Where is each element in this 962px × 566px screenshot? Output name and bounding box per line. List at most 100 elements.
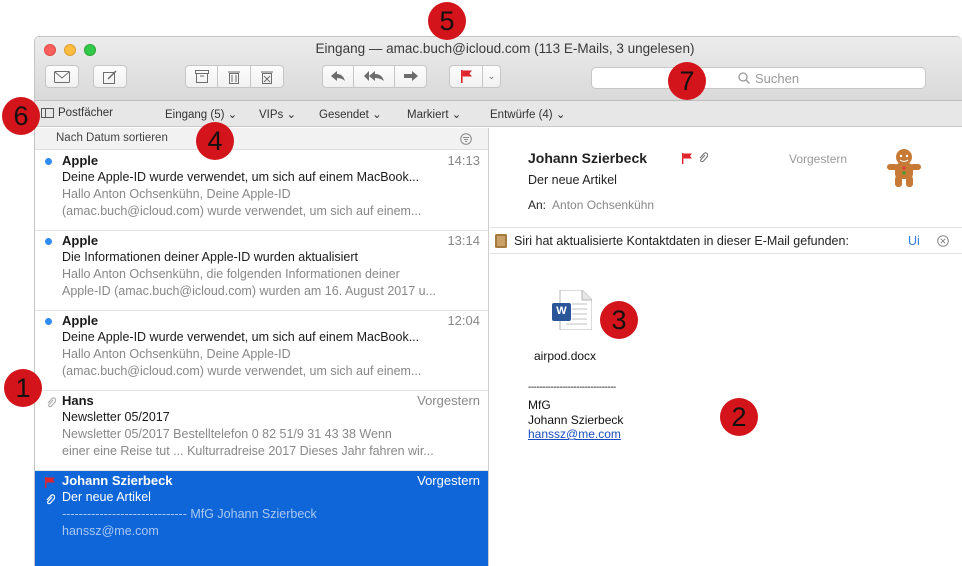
reading-pane: Johann Szierbeck Vorgestern Der neue Art… bbox=[490, 128, 962, 566]
message-list[interactable]: Nach Datum sortieren Apple 14:13 Deine A… bbox=[35, 128, 489, 566]
message-time: 14:13 bbox=[447, 153, 480, 168]
message-preview-line: (amac.buch@icloud.com) wurde verwendet, … bbox=[62, 364, 422, 378]
zoom-window-button[interactable] bbox=[84, 44, 96, 56]
screenshot-stage: Eingang — amac.buch@icloud.com (113 E-Ma… bbox=[0, 0, 962, 566]
sender-name[interactable]: Johann Szierbeck bbox=[528, 150, 647, 166]
message-preview-line: Hallo Anton Ochsenkühn, Deine Apple-ID bbox=[62, 347, 291, 361]
siri-suggestion-bar: Siri hat aktualisierte Kontaktdaten in d… bbox=[490, 227, 962, 254]
recipient-line: An: Anton Ochsenkühn bbox=[528, 198, 654, 212]
message-preview-line: ------------------------------ MfG Johan… bbox=[62, 507, 317, 521]
message-row[interactable]: Hans Vorgestern Newsletter 05/2017 Newsl… bbox=[35, 391, 488, 471]
archive-button[interactable] bbox=[185, 65, 218, 88]
fav-drafts-label: Entwürfe (4) bbox=[490, 109, 553, 121]
minimize-window-button[interactable] bbox=[64, 44, 76, 56]
compose-icon bbox=[103, 69, 117, 84]
chevron-down-icon: ⌄ bbox=[286, 109, 297, 121]
reply-all-arrow-icon bbox=[364, 71, 384, 81]
attachment-filename[interactable]: airpod.docx bbox=[534, 349, 596, 363]
flag-menu-button[interactable]: ⌄ bbox=[482, 65, 501, 88]
attachment-docx[interactable]: W bbox=[552, 289, 593, 331]
unread-dot-icon bbox=[45, 238, 52, 245]
recipient-name[interactable]: Anton Ochsenkühn bbox=[552, 198, 654, 212]
message-sender: Apple bbox=[62, 153, 99, 168]
mail-window: Eingang — amac.buch@icloud.com (113 E-Ma… bbox=[34, 36, 962, 566]
forward-arrow-icon bbox=[403, 71, 418, 81]
message-sender: Johann Szierbeck bbox=[62, 473, 173, 488]
search-placeholder: Suchen bbox=[755, 70, 800, 86]
get-mail-button[interactable] bbox=[45, 65, 79, 88]
compose-button[interactable] bbox=[93, 65, 127, 88]
sort-bar[interactable]: Nach Datum sortieren bbox=[35, 128, 488, 150]
search-field[interactable]: Suchen bbox=[591, 67, 926, 89]
message-preview-line: Hallo Anton Ochsenkühn, Deine Apple-ID bbox=[62, 187, 291, 201]
fav-inbox[interactable]: Eingang (5) ⌄ bbox=[165, 107, 237, 121]
chevron-down-icon: ⌄ bbox=[451, 109, 462, 121]
title-toolbar: Eingang — amac.buch@icloud.com (113 E-Ma… bbox=[35, 37, 962, 101]
search-icon bbox=[738, 72, 750, 84]
window-title: Eingang — amac.buch@icloud.com (113 E-Ma… bbox=[315, 41, 695, 56]
message-row[interactable]: Apple 12:04 Deine Apple-ID wurde verwend… bbox=[35, 311, 488, 391]
signature-separator: ------------------------------- bbox=[528, 382, 616, 393]
gingerbread-avatar-icon bbox=[887, 149, 921, 187]
close-icon[interactable] bbox=[937, 235, 949, 247]
fav-flagged[interactable]: Markiert ⌄ bbox=[407, 107, 461, 121]
word-letter: W bbox=[556, 305, 567, 317]
message-subject: Deine Apple-ID wurde verwendet, um sich … bbox=[62, 330, 420, 344]
chevron-down-icon: ⌄ bbox=[555, 109, 566, 121]
reply-all-button[interactable] bbox=[353, 65, 395, 88]
message-preview-line: Apple-ID (amac.buch@icloud.com) wurden a… bbox=[62, 284, 436, 298]
junk-button[interactable] bbox=[250, 65, 284, 88]
flag-icon bbox=[682, 153, 692, 164]
chevron-down-icon: ⌄ bbox=[372, 109, 382, 121]
mailboxes-label: Postfächer bbox=[58, 107, 113, 119]
envelope-icon bbox=[54, 70, 70, 83]
flag-icon bbox=[45, 477, 55, 488]
callout-badge: 7 bbox=[668, 62, 706, 100]
message-row[interactable]: Apple 14:13 Deine Apple-ID wurde verwend… bbox=[35, 151, 488, 231]
callout-badge: 3 bbox=[600, 301, 638, 339]
favorites-bar: Postfächer Eingang (5) ⌄ VIPs ⌄ Gesendet… bbox=[35, 101, 962, 127]
mailboxes-button[interactable]: Postfächer bbox=[41, 107, 113, 119]
callout-badge: 1 bbox=[4, 369, 42, 407]
message-subject: Deine Apple-ID wurde verwendet, um sich … bbox=[62, 170, 420, 184]
message-subject-header: Der neue Artikel bbox=[528, 173, 617, 187]
signature-name: Johann Szierbeck bbox=[528, 413, 624, 427]
fav-vips[interactable]: VIPs ⌄ bbox=[259, 107, 296, 121]
archive-icon bbox=[194, 70, 209, 83]
message-date: Vorgestern bbox=[789, 152, 848, 166]
message-time: Vorgestern bbox=[417, 393, 480, 408]
chevron-down-icon: ⌄ bbox=[227, 109, 238, 121]
signature-greeting: MfG bbox=[528, 398, 551, 412]
callout-badge: 5 bbox=[428, 2, 466, 40]
message-subject: Newsletter 05/2017 bbox=[62, 410, 170, 424]
message-sender: Hans bbox=[62, 393, 94, 408]
fav-vips-label: VIPs bbox=[259, 109, 284, 121]
callout-badge: 2 bbox=[720, 398, 758, 436]
message-time: 13:14 bbox=[447, 233, 480, 248]
fav-sent-label: Gesendet bbox=[319, 109, 369, 121]
sort-label: Nach Datum sortieren bbox=[56, 132, 168, 144]
filter-icon[interactable] bbox=[460, 133, 472, 145]
unread-dot-icon bbox=[45, 158, 52, 165]
paperclip-icon bbox=[699, 152, 708, 163]
to-label: An: bbox=[528, 198, 547, 212]
siri-update-button[interactable]: Ui bbox=[908, 234, 920, 248]
fav-sent[interactable]: Gesendet ⌄ bbox=[319, 107, 382, 121]
message-preview-line: einer eine Reise tut ... Kulturradreise … bbox=[62, 444, 434, 458]
close-window-button[interactable] bbox=[44, 44, 56, 56]
fav-drafts[interactable]: Entwürfe (4) ⌄ bbox=[490, 107, 565, 121]
flag-button[interactable] bbox=[449, 65, 483, 88]
callout-badge: 6 bbox=[2, 97, 40, 135]
message-preview-line: hanssz@me.com bbox=[62, 524, 159, 538]
reply-button[interactable] bbox=[322, 65, 354, 88]
delete-button[interactable] bbox=[217, 65, 251, 88]
signature-email-link[interactable]: hanssz@me.com bbox=[528, 427, 621, 441]
message-preview-line: (amac.buch@icloud.com) wurde verwendet, … bbox=[62, 204, 422, 218]
message-row-selected[interactable]: Johann Szierbeck Vorgestern Der neue Art… bbox=[35, 471, 488, 566]
message-row[interactable]: Apple 13:14 Die Informationen deiner App… bbox=[35, 231, 488, 311]
reply-arrow-icon bbox=[331, 71, 345, 81]
fav-inbox-label: Eingang (5) bbox=[165, 109, 225, 121]
message-sender: Apple bbox=[62, 313, 99, 328]
junk-trash-icon bbox=[261, 71, 273, 84]
forward-button[interactable] bbox=[394, 65, 427, 88]
